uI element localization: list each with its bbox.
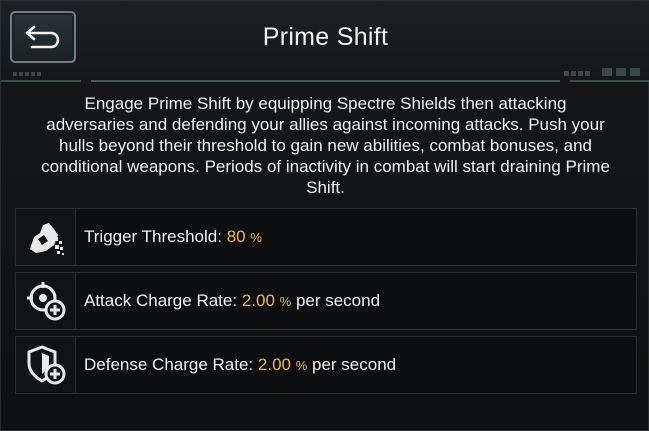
stat-label: Trigger Threshold: xyxy=(84,227,222,246)
header-decoration-left xyxy=(13,72,41,76)
stat-unit: % xyxy=(250,230,262,245)
page-title: Prime Shift xyxy=(262,23,389,51)
stat-text: Defense Charge Rate: 2.00 % per second xyxy=(84,355,396,375)
stat-row-defense-charge-rate: Defense Charge Rate: 2.00 % per second xyxy=(15,336,637,394)
stat-text: Trigger Threshold: 80 % xyxy=(84,227,262,247)
stat-suffix: per second xyxy=(295,291,381,310)
stat-icon-cell xyxy=(16,337,76,393)
stat-icon-cell xyxy=(16,209,76,265)
defense-charge-icon xyxy=(27,345,65,385)
stat-row-trigger-threshold: Trigger Threshold: 80 % xyxy=(15,208,637,266)
description-text: Engage Prime Shift by equipping Spectre … xyxy=(41,94,610,197)
stat-value: 2.00 xyxy=(257,355,291,374)
stat-value: 2.00 xyxy=(241,291,275,310)
header-divider xyxy=(1,80,649,82)
stat-icon-cell xyxy=(16,273,76,329)
header-decoration-right xyxy=(564,68,640,76)
stat-value: 80 xyxy=(226,227,246,246)
stat-suffix: per second xyxy=(312,355,397,374)
stat-label: Defense Charge Rate: xyxy=(84,355,254,374)
stat-unit: % xyxy=(295,358,308,373)
stat-row-attack-charge-rate: Attack Charge Rate: 2.00 % per second xyxy=(15,272,637,330)
stat-text: Attack Charge Rate: 2.00 % per second xyxy=(84,291,380,311)
attack-charge-icon xyxy=(26,282,65,321)
trigger-threshold-icon xyxy=(29,223,64,255)
header: Prime Shift xyxy=(1,1,649,82)
stat-label: Attack Charge Rate: xyxy=(84,291,238,310)
stat-unit: % xyxy=(279,294,292,309)
prime-shift-panel: Prime Shift Engage Prime Shift by equipp… xyxy=(0,0,649,431)
